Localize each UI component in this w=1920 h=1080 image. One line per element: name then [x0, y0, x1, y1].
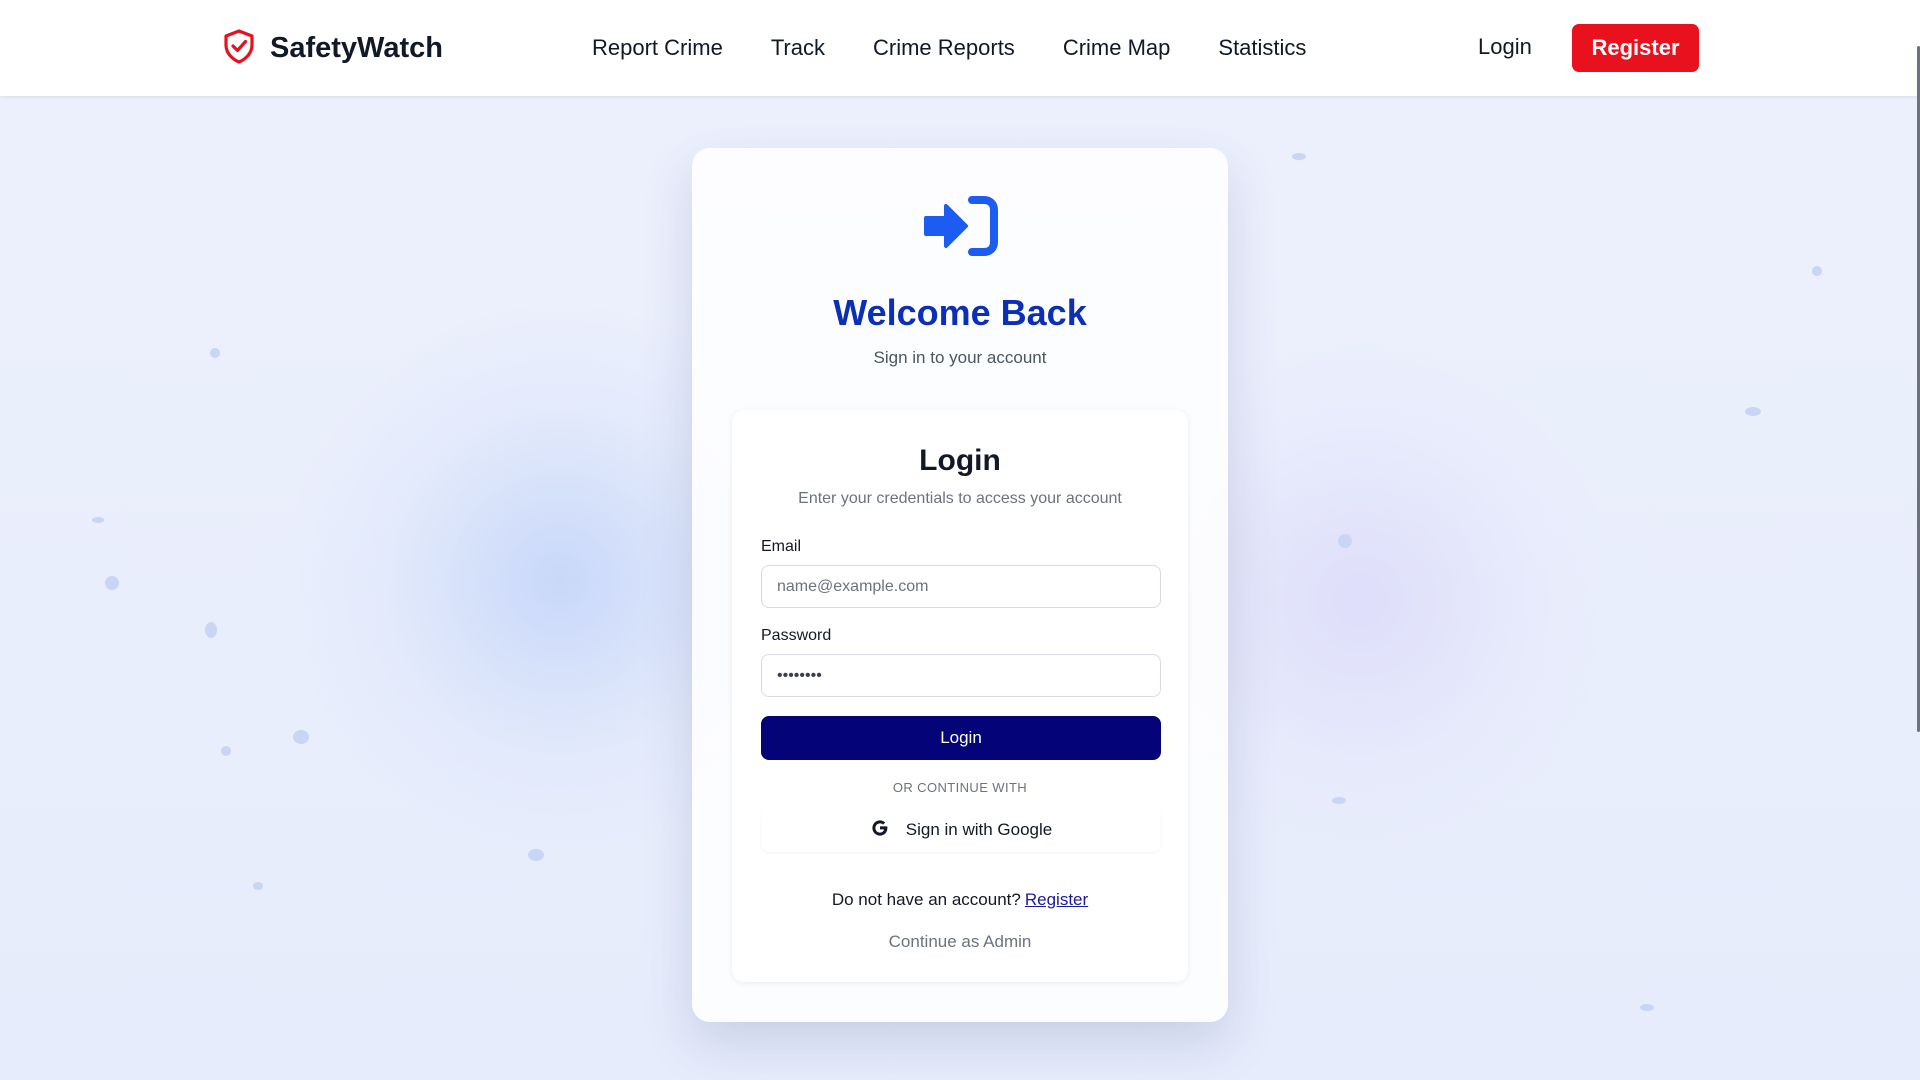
main-nav: Report Crime Track Crime Reports Crime M… — [592, 0, 1306, 96]
welcome-subtitle: Sign in to your account — [873, 348, 1047, 367]
password-field[interactable] — [761, 654, 1161, 697]
email-label: Email — [761, 538, 802, 555]
google-sign-in-button[interactable]: Sign in with Google — [761, 808, 1161, 852]
email-field[interactable] — [761, 565, 1161, 608]
nav-link-crime-reports[interactable]: Crime Reports — [873, 35, 1015, 61]
form-title: Login — [919, 444, 1001, 477]
login-submit-button[interactable]: Login — [761, 716, 1161, 760]
form-subtitle: Enter your credentials to access your ac… — [798, 490, 1122, 507]
nav-login-link[interactable]: Login — [1478, 34, 1532, 60]
login-form-card: Login Enter your credentials to access y… — [732, 410, 1188, 982]
nav-link-report-crime[interactable]: Report Crime — [592, 35, 723, 61]
continue-as-admin-link[interactable]: Continue as Admin — [732, 932, 1188, 952]
sign-in-icon — [920, 194, 1000, 258]
top-navbar: SafetyWatch Report Crime Track Crime Rep… — [0, 0, 1920, 96]
password-label: Password — [761, 627, 832, 644]
welcome-title: Welcome Back — [833, 292, 1087, 333]
nav-link-crime-map[interactable]: Crime Map — [1063, 35, 1171, 61]
brand-name: SafetyWatch — [270, 32, 443, 64]
brand-logo[interactable]: SafetyWatch — [222, 28, 443, 69]
login-card: Welcome Back Sign in to your account Log… — [692, 148, 1228, 1022]
no-account-text: Do not have an account? — [831, 890, 1021, 909]
divider-text: OR CONTINUE WITH — [892, 780, 1028, 795]
google-g-icon — [870, 818, 890, 843]
shield-check-icon — [222, 28, 256, 69]
nav-link-track[interactable]: Track — [771, 35, 825, 61]
nav-link-statistics[interactable]: Statistics — [1218, 35, 1306, 61]
nav-register-button[interactable]: Register — [1572, 24, 1699, 72]
google-button-label: Sign in with Google — [905, 820, 1053, 839]
register-prompt: Do not have an account? Register — [732, 890, 1188, 910]
register-link[interactable]: Register — [1025, 890, 1088, 909]
